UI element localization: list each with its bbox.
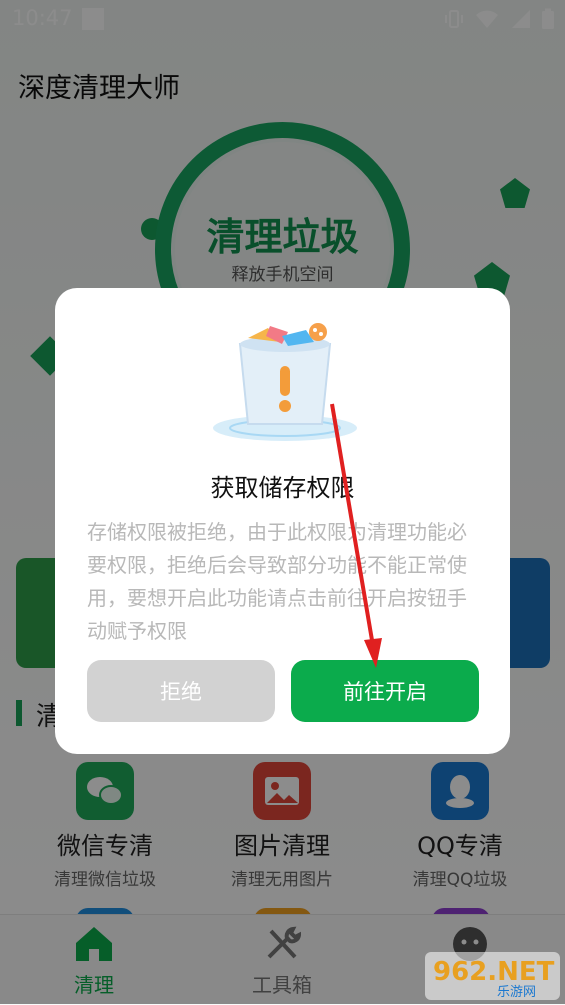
dialog-title: 获取储存权限 <box>210 474 355 502</box>
watermark-brand: 962.NET <box>433 957 555 987</box>
watermark-logo: 962.NET 乐游网 <box>425 952 560 1000</box>
open-settings-button[interactable]: 前往开启 <box>291 660 479 722</box>
permission-dialog: 获取储存权限 存储权限被拒绝，由于此权限为清理功能必要权限，拒绝后会导致部分功能… <box>55 288 510 754</box>
watermark-tagline: 乐游网 <box>497 985 536 1000</box>
reject-button[interactable]: 拒绝 <box>87 660 275 722</box>
warning-bin-icon <box>213 323 357 441</box>
dialog-message: 存储权限被拒绝，由于此权限为清理功能必要权限，拒绝后会导致部分功能不能正常使用，… <box>87 520 467 643</box>
